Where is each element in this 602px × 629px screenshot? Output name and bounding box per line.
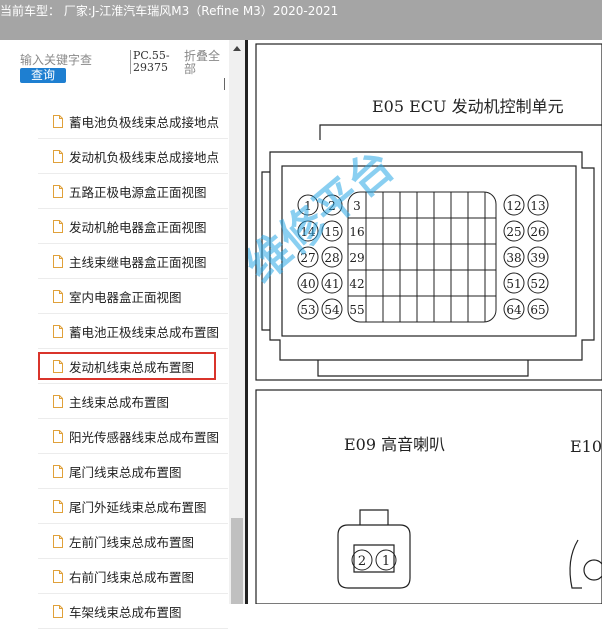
- vehicle-model-title: 当前车型： 厂家:J-江淮汽车瑞风M3（Refine M3）2020-2021: [0, 4, 339, 18]
- document-icon: [53, 359, 63, 373]
- tree-item[interactable]: 主线束继电器盒正面视图: [38, 244, 228, 279]
- pc-code-label: PC.55-29375: [130, 50, 177, 74]
- document-icon: [53, 499, 63, 513]
- tree-item-label: 阳光传感器线束总成布置图: [69, 429, 220, 445]
- ecu-pin: 41: [324, 277, 339, 291]
- tree-item-label: 尾门外延线束总成布置图: [69, 499, 207, 515]
- ecu-pin: 40: [300, 277, 315, 291]
- tree-item[interactable]: 尾门外延线束总成布置图: [38, 489, 228, 524]
- ecu-pin: 42: [349, 277, 364, 291]
- document-icon: [53, 394, 63, 408]
- document-icon: [53, 569, 63, 583]
- tree-item[interactable]: 右前门线束总成布置图: [38, 559, 228, 594]
- document-icon: [53, 219, 63, 233]
- tree-list: 蓄电池负极线束总成接地点 发动机负极线束总成接地点 五路正极电源盒正面视图 发动机舱电…: [38, 104, 228, 629]
- tree-item-label: 蓄电池正极线束总成布置图: [69, 324, 220, 340]
- title-bar: 当前车型： 厂家:J-江淮汽车瑞风M3（Refine M3）2020-2021: [0, 0, 602, 40]
- ecu-pin: 26: [530, 225, 545, 239]
- ecu-pin: 16: [349, 225, 364, 239]
- tree-item[interactable]: 尾门线束总成布置图: [38, 454, 228, 489]
- horn-pin: 2: [358, 554, 366, 569]
- scroll-up-arrow-icon[interactable]: [233, 46, 241, 51]
- tree-item-label: 尾门线束总成布置图: [69, 464, 182, 480]
- document-icon: [53, 184, 63, 198]
- e09-title: E09 高音喇叭: [344, 435, 445, 454]
- tree-item[interactable]: 发动机负极线束总成接地点: [38, 139, 228, 174]
- tree-item[interactable]: 主线束总成布置图: [38, 384, 228, 419]
- tree-item[interactable]: 发动机舱电器盒正面视图: [38, 209, 228, 244]
- tree-item-label: 蓄电池负极线束总成接地点: [69, 114, 220, 130]
- tree-item-label: 右前门线束总成布置图: [69, 569, 195, 585]
- tree-item[interactable]: 蓄电池正极线束总成布置图: [38, 314, 228, 349]
- ecu-pin: 65: [530, 303, 545, 317]
- ecu-pin: 53: [300, 303, 315, 317]
- wiring-diagram-view: 1 2 3 12 13 14 15 16 25 26 27 28 29 38 3…: [248, 40, 602, 604]
- e10-title: E10: [570, 437, 602, 456]
- e10-pin-partial: [583, 559, 602, 581]
- tree-item[interactable]: 室内电器盒正面视图: [38, 279, 228, 314]
- horn-latch: [359, 509, 389, 525]
- ecu-top-line: [319, 124, 602, 140]
- tree-item-label: 发动机负极线束总成接地点: [69, 149, 220, 165]
- horn-pin: 1: [382, 554, 390, 569]
- ecu-pin: 55: [349, 303, 364, 317]
- tree-item-label: 发动机舱电器盒正面视图: [69, 219, 207, 235]
- tree-item[interactable]: 五路正极电源盒正面视图: [38, 174, 228, 209]
- ecu-pin: 13: [530, 199, 545, 213]
- document-icon: [53, 254, 63, 268]
- tree-item-label: 室内电器盒正面视图: [69, 289, 182, 305]
- document-icon: [53, 149, 63, 163]
- ecu-pin: 38: [506, 251, 521, 265]
- diagram-svg: 1 2 3 12 13 14 15 16 25 26 27 28 29 38 3…: [248, 43, 602, 604]
- tree-item[interactable]: 蓄电池负极线束总成接地点: [38, 104, 228, 139]
- ecu-pin: 64: [506, 303, 522, 317]
- e05-title: E05 ECU 发动机控制单元: [372, 97, 564, 116]
- tree-item-label: 车架线束总成布置图: [69, 604, 182, 620]
- e09-frame: [255, 389, 602, 604]
- document-icon: [53, 289, 63, 303]
- tree-item[interactable]: 左前门线束总成布置图: [38, 524, 228, 559]
- scroll-thumb[interactable]: [231, 518, 243, 604]
- ecu-pin: 52: [530, 277, 545, 291]
- ecu-pin-labels: 1 2 3 12 13 14 15 16 25 26 27 28 29 38 3…: [300, 199, 545, 569]
- tree-item[interactable]: 阳光传感器线束总成布置图: [38, 419, 228, 454]
- search-input[interactable]: [20, 52, 124, 68]
- document-icon: [53, 324, 63, 338]
- sidebar-scrollbar[interactable]: [229, 40, 245, 604]
- tree-item-label: 主线束继电器盒正面视图: [69, 254, 207, 270]
- ecu-pin: 51: [506, 277, 521, 291]
- ecu-pin: 29: [349, 251, 364, 265]
- document-icon: [53, 534, 63, 548]
- horn-connector-body: [337, 524, 411, 589]
- e10-connector-partial: [569, 539, 582, 589]
- panel-edge-mark: [224, 78, 225, 90]
- search-button[interactable]: 查询: [20, 68, 66, 83]
- document-icon: [53, 464, 63, 478]
- collapse-all-button[interactable]: 折叠全部: [184, 50, 226, 76]
- tree-item-label: 发动机线束总成布置图: [69, 359, 195, 375]
- document-icon: [53, 429, 63, 443]
- document-icon: [53, 114, 63, 128]
- document-icon: [53, 604, 63, 618]
- ecu-bottom-tab: [317, 360, 529, 377]
- tree-item[interactable]: 发动机线束总成布置图: [38, 349, 228, 384]
- tree-item-label: 左前门线束总成布置图: [69, 534, 195, 550]
- tree-item-label: 主线束总成布置图: [69, 394, 170, 410]
- ecu-pin: 54: [324, 303, 340, 317]
- ecu-pin: 12: [506, 199, 521, 213]
- tree-item[interactable]: 车架线束总成布置图: [38, 594, 228, 629]
- ecu-pin: 39: [530, 251, 545, 265]
- ecu-pin: 28: [324, 251, 339, 265]
- ecu-pin: 25: [506, 225, 521, 239]
- ecu-cavity-grid: [297, 191, 549, 571]
- tree-item-label: 五路正极电源盒正面视图: [69, 184, 207, 200]
